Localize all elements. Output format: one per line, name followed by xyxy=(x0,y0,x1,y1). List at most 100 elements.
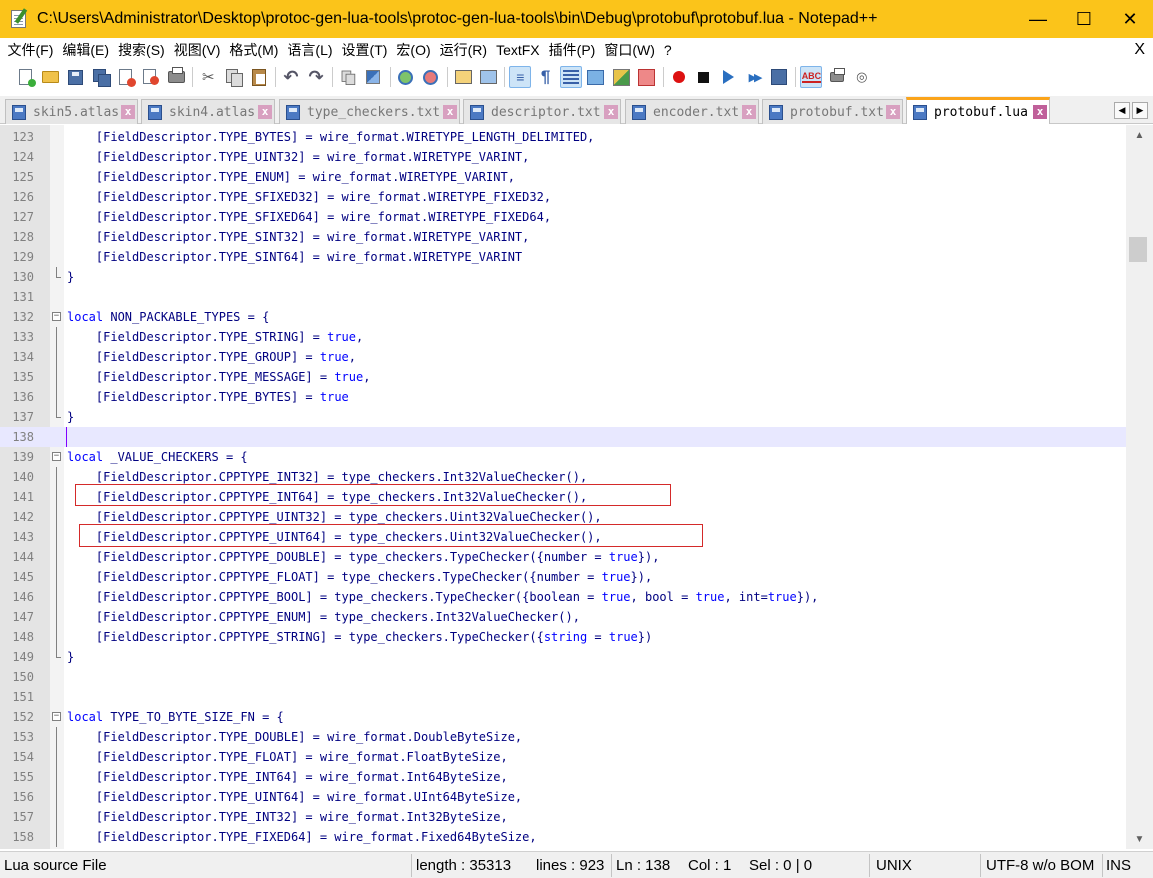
sync-horizontal-icon[interactable] xyxy=(477,66,499,88)
code-line[interactable]: 128 [FieldDescriptor.TYPE_SINT32] = wire… xyxy=(0,227,1126,247)
notepadpp-app-icon[interactable] xyxy=(9,8,31,30)
monitor-icon[interactable]: ◎ xyxy=(851,66,873,88)
zoom-out-icon[interactable] xyxy=(420,66,442,88)
code-line[interactable]: 156 [FieldDescriptor.TYPE_UINT64] = wire… xyxy=(0,787,1126,807)
code-line[interactable]: 151 xyxy=(0,687,1126,707)
menu-format[interactable]: 格式(M) xyxy=(225,40,283,60)
code-line[interactable]: 127 [FieldDescriptor.TYPE_SFIXED64] = wi… xyxy=(0,207,1126,227)
code-line[interactable]: 126 [FieldDescriptor.TYPE_SFIXED32] = wi… xyxy=(0,187,1126,207)
replace-icon[interactable] xyxy=(362,66,384,88)
code-line[interactable]: 153 [FieldDescriptor.TYPE_DOUBLE] = wire… xyxy=(0,727,1126,747)
code-line[interactable]: 138 xyxy=(0,427,1126,447)
scroll-down-arrow[interactable]: ▼ xyxy=(1126,829,1153,849)
code-line[interactable]: 150 xyxy=(0,667,1126,687)
save-macro-icon[interactable] xyxy=(768,66,790,88)
menu-window[interactable]: 窗口(W) xyxy=(600,40,660,60)
play-macro-multiple-icon[interactable]: ▶▶ xyxy=(743,66,765,88)
tab-scroll-right-button[interactable]: ▶ xyxy=(1132,102,1148,119)
close-all-icon[interactable] xyxy=(140,66,162,88)
code-line[interactable]: 145 [FieldDescriptor.CPPTYPE_FLOAT] = ty… xyxy=(0,567,1126,587)
code-line[interactable]: 123 [FieldDescriptor.TYPE_BYTES] = wire_… xyxy=(0,127,1126,147)
vertical-scrollbar[interactable]: ▲ ▼ xyxy=(1126,125,1153,849)
tab-skin5-atlas[interactable]: skin5.atlas x xyxy=(5,99,138,124)
code-line[interactable]: 148 [FieldDescriptor.CPPTYPE_STRING] = t… xyxy=(0,627,1126,647)
tab-descriptor[interactable]: descriptor.txt x xyxy=(463,99,621,124)
cut-icon[interactable]: ✂ xyxy=(197,66,219,88)
code-line[interactable]: 152 − local TYPE_TO_BYTE_SIZE_FN = { xyxy=(0,707,1126,727)
code-line[interactable]: 131 xyxy=(0,287,1126,307)
tab-close-icon[interactable]: x xyxy=(258,105,272,119)
tab-close-icon[interactable]: x xyxy=(121,105,135,119)
copy-icon[interactable] xyxy=(223,66,245,88)
paste-icon[interactable] xyxy=(248,66,270,88)
code-line[interactable]: 157 [FieldDescriptor.TYPE_INT32] = wire_… xyxy=(0,807,1126,827)
fold-toggle-icon[interactable]: − xyxy=(52,452,61,461)
new-file-icon[interactable] xyxy=(14,66,36,88)
code-line[interactable]: 146 [FieldDescriptor.CPPTYPE_BOOL] = typ… xyxy=(0,587,1126,607)
code-line[interactable]: 155 [FieldDescriptor.TYPE_INT64] = wire_… xyxy=(0,767,1126,787)
maximize-button[interactable]: ☐ xyxy=(1061,0,1107,38)
menu-edit[interactable]: 编辑(E) xyxy=(58,40,114,60)
zoom-in-icon[interactable] xyxy=(395,66,417,88)
menu-textfx[interactable]: TextFX xyxy=(492,42,545,58)
tab-encoder[interactable]: encoder.txt x xyxy=(625,99,759,124)
tab-skin4-atlas[interactable]: skin4.atlas x xyxy=(141,99,275,124)
tab-close-icon[interactable]: x xyxy=(443,105,457,119)
code-line[interactable]: 133 [FieldDescriptor.TYPE_STRING] = true… xyxy=(0,327,1126,347)
menu-macro[interactable]: 宏(O) xyxy=(392,40,435,60)
code-line[interactable]: 134 [FieldDescriptor.TYPE_GROUP] = true, xyxy=(0,347,1126,367)
menu-help[interactable]: ? xyxy=(659,42,676,58)
indent-guide-icon[interactable] xyxy=(559,66,582,88)
code-line[interactable]: 124 [FieldDescriptor.TYPE_UINT32] = wire… xyxy=(0,147,1126,167)
save-icon[interactable] xyxy=(64,66,86,88)
scrollbar-thumb[interactable] xyxy=(1129,237,1147,262)
close-icon[interactable] xyxy=(115,66,137,88)
tab-protobuf-lua[interactable]: protobuf.lua x xyxy=(906,97,1050,124)
close-window-button[interactable]: ✕ xyxy=(1107,0,1153,38)
menu-settings[interactable]: 设置(T) xyxy=(337,40,392,60)
word-wrap-icon[interactable]: ≡ xyxy=(509,66,532,88)
tab-close-icon[interactable]: x xyxy=(742,105,756,119)
code-line[interactable]: 154 [FieldDescriptor.TYPE_FLOAT] = wire_… xyxy=(0,747,1126,767)
tab-close-icon[interactable]: x xyxy=(886,105,900,119)
print-icon[interactable] xyxy=(165,66,187,88)
find-icon[interactable] xyxy=(337,66,359,88)
fold-toggle-icon[interactable]: − xyxy=(52,712,61,721)
record-macro-icon[interactable] xyxy=(668,66,690,88)
code-line[interactable]: 147 [FieldDescriptor.CPPTYPE_ENUM] = typ… xyxy=(0,607,1126,627)
code-line[interactable]: 135 [FieldDescriptor.TYPE_MESSAGE] = tru… xyxy=(0,367,1126,387)
spell-check-icon[interactable]: ABC xyxy=(800,66,823,88)
code-line[interactable]: 125 [FieldDescriptor.TYPE_ENUM] = wire_f… xyxy=(0,167,1126,187)
tab-close-icon[interactable]: x xyxy=(1033,105,1047,119)
tab-scroll-left-button[interactable]: ◀ xyxy=(1114,102,1130,119)
menu-language[interactable]: 语言(L) xyxy=(283,40,337,60)
close-document-button[interactable]: X xyxy=(1134,41,1145,59)
code-line[interactable]: 136 [FieldDescriptor.TYPE_BYTES] = true xyxy=(0,387,1126,407)
menu-search[interactable]: 搜索(S) xyxy=(114,40,170,60)
minimize-button[interactable]: — xyxy=(1015,0,1061,38)
show-all-chars-icon[interactable]: ¶ xyxy=(535,66,557,88)
redo-icon[interactable]: ↷ xyxy=(305,66,327,88)
save-all-icon[interactable] xyxy=(90,66,112,88)
tab-close-icon[interactable]: x xyxy=(604,105,618,119)
tab-type-checkers[interactable]: type_checkers.txt x xyxy=(279,99,460,124)
scroll-up-arrow[interactable]: ▲ xyxy=(1126,125,1153,145)
code-line[interactable]: 129 [FieldDescriptor.TYPE_SINT64] = wire… xyxy=(0,247,1126,267)
sync-vertical-icon[interactable] xyxy=(452,66,474,88)
stop-macro-icon[interactable] xyxy=(693,66,715,88)
undo-icon[interactable]: ↶ xyxy=(280,66,302,88)
open-file-icon[interactable] xyxy=(39,66,61,88)
fold-toggle-icon[interactable]: − xyxy=(52,312,61,321)
tab-protobuf-txt[interactable]: protobuf.txt x xyxy=(762,99,903,124)
menu-view[interactable]: 视图(V) xyxy=(169,40,225,60)
function-list-icon[interactable] xyxy=(635,66,657,88)
language-icon[interactable] xyxy=(610,66,632,88)
code-line[interactable]: 149} xyxy=(0,647,1126,667)
code-line[interactable]: 139 − local _VALUE_CHECKERS = { xyxy=(0,447,1126,467)
menu-file[interactable]: 文件(F) xyxy=(3,40,58,60)
code-line[interactable]: 158 [FieldDescriptor.TYPE_FIXED64] = wir… xyxy=(0,827,1126,847)
fold-icon[interactable] xyxy=(585,66,607,88)
code-editor[interactable]: 123 [FieldDescriptor.TYPE_BYTES] = wire_… xyxy=(0,125,1153,849)
menu-plugins[interactable]: 插件(P) xyxy=(544,40,600,60)
code-line[interactable]: 132 − local NON_PACKABLE_TYPES = { xyxy=(0,307,1126,327)
